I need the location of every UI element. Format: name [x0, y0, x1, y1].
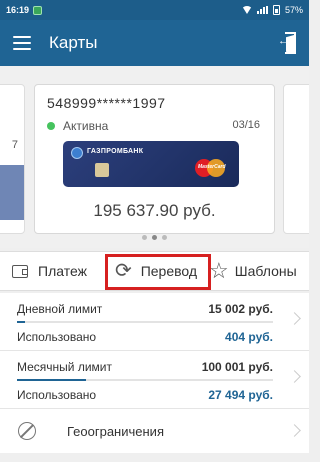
monthly-limit[interactable]: Месячный лимит 100 001 руб. Использовано… — [0, 351, 309, 409]
monthly-used-value: 27 494 руб. — [208, 388, 273, 402]
bank-name: ГАЗПРОМБАНК — [87, 148, 144, 155]
card-actions: Платеж ⟳ Перевод ☆ Шаблоны — [0, 251, 309, 291]
previous-card-fragment: 7 — [11, 139, 18, 151]
monthly-limit-label: Месячный лимит — [17, 360, 112, 374]
bank-card[interactable]: 548999******1997 Активна 03/16 ГАЗПРОМБА… — [34, 84, 275, 234]
notification-icon — [33, 5, 43, 15]
status-bar: 16:19 57% — [0, 0, 309, 20]
chevron-right-icon — [288, 370, 301, 383]
monthly-limit-row: Месячный лимит 100 001 руб. — [17, 360, 273, 374]
next-card[interactable] — [283, 84, 309, 234]
bank-logo-icon — [71, 147, 83, 159]
daily-limit-row: Дневной лимит 15 002 руб. — [17, 302, 273, 316]
limits-list: Дневной лимит 15 002 руб. Использовано 4… — [0, 293, 309, 453]
monthly-used-row: Использовано 27 494 руб. — [17, 388, 273, 402]
templates-label: Шаблоны — [234, 263, 297, 279]
carousel-indicator — [0, 235, 309, 240]
payment-label: Платеж — [38, 263, 87, 279]
daily-limit-label: Дневной лимит — [17, 302, 103, 316]
carousel-dot — [142, 235, 147, 240]
monthly-usage-bar — [17, 379, 273, 381]
menu-icon[interactable] — [13, 36, 31, 50]
card-brand: MasterCard — [198, 164, 226, 170]
carousel-dot — [162, 235, 167, 240]
battery-level: 57% — [284, 5, 303, 15]
status-right: 57% — [241, 5, 303, 15]
chevron-right-icon — [288, 312, 301, 325]
daily-usage-fill — [17, 321, 25, 323]
daily-limit-value: 15 002 руб. — [208, 302, 273, 316]
exit-icon[interactable]: ← — [278, 32, 296, 54]
transfer-button[interactable]: ⟳ Перевод — [103, 252, 211, 290]
chip-icon — [95, 163, 109, 177]
card-number: 548999******1997 — [47, 95, 166, 111]
highlight-box — [105, 254, 211, 290]
payment-button[interactable]: Платеж — [0, 252, 103, 290]
monthly-used-label: Использовано — [17, 388, 97, 402]
card-expiry: 03/16 — [232, 119, 260, 131]
daily-used-value: 404 руб. — [225, 330, 273, 344]
card-image: ГАЗПРОМБАНК MasterCard — [63, 141, 239, 187]
daily-limit[interactable]: Дневной лимит 15 002 руб. Использовано 4… — [0, 293, 309, 351]
ban-icon — [18, 422, 36, 440]
daily-usage-bar — [17, 321, 273, 323]
status-time: 16:19 — [6, 5, 30, 15]
page-title: Карты — [49, 33, 98, 52]
app-bar: Карты ← — [0, 20, 309, 66]
geo-restrictions[interactable]: Геоограничения — [0, 409, 309, 453]
chevron-right-icon — [288, 424, 301, 437]
previous-card[interactable]: 7 — [0, 84, 25, 234]
daily-used-label: Использовано — [17, 330, 97, 344]
wifi-icon — [241, 6, 252, 14]
card-balance: 195 637.90 руб. — [93, 201, 216, 220]
templates-button[interactable]: ☆ Шаблоны — [209, 252, 297, 290]
monthly-usage-fill — [17, 379, 87, 381]
status-dot-icon — [47, 122, 55, 130]
geo-restrictions-label: Геоограничения — [67, 423, 164, 439]
monthly-limit-value: 100 001 руб. — [201, 360, 273, 374]
wallet-icon — [12, 264, 28, 278]
daily-used-row: Использовано 404 руб. — [17, 330, 273, 344]
cards-carousel[interactable]: 7 548999******1997 Активна 03/16 ГАЗПРОМ… — [0, 66, 309, 248]
signal-icon — [256, 6, 268, 14]
battery-icon — [272, 5, 280, 15]
star-icon: ☆ — [209, 258, 229, 283]
carousel-dot-active — [152, 235, 157, 240]
previous-card-image — [0, 165, 24, 220]
card-status: Активна — [63, 119, 109, 133]
mastercard-logo-icon: MasterCard — [195, 159, 229, 177]
